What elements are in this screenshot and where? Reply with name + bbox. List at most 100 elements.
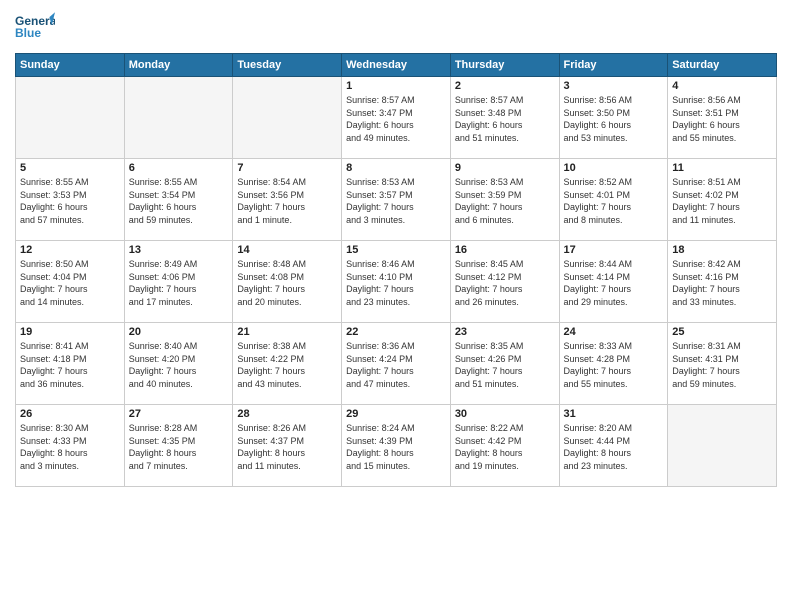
calendar-cell: 10Sunrise: 8:52 AM Sunset: 4:01 PM Dayli… [559,159,668,241]
day-number: 7 [237,162,337,174]
day-info: Sunrise: 8:57 AM Sunset: 3:48 PM Dayligh… [455,94,555,144]
weekday-header-row: SundayMondayTuesdayWednesdayThursdayFrid… [16,54,777,77]
day-number: 11 [672,162,772,174]
calendar-cell: 30 Sunrise: 8:22 AM Sunset: 4:42 PM Dayli… [450,405,559,487]
day-info: Sunrise: 8:24 AM Sunset: 4:39 PM Dayligh… [346,422,446,472]
calendar-cell: 15 Sunrise: 8:46 AM Sunset: 4:10 PM Dayli… [342,241,451,323]
calendar-cell: 18Sunrise: 8:42 AM Sunset: 4:16 PM Dayli… [668,241,777,323]
calendar-cell: 4 Sunrise: 8:56 AM Sunset: 3:51 PM Daylig… [668,77,777,159]
day-info: Sunrise: 8:57 AM Sunset: 3:47 PM Dayligh… [346,94,446,144]
week-row-1: 1 Sunrise: 8:57 AM Sunset: 3:47 PM Daylig… [16,77,777,159]
svg-text:Blue: Blue [15,26,41,40]
day-number: 13 [129,244,229,256]
day-number: 9 [455,162,555,174]
day-number: 1 [346,80,446,92]
day-info: Sunrise: 8:33 AM Sunset: 4:28 PM Dayligh… [564,340,664,390]
day-number: 19 [20,326,120,338]
calendar-cell: 21 Sunrise: 8:38 AM Sunset: 4:22 PM Dayli… [233,323,342,405]
calendar-cell: 12 Sunrise: 8:50 AM Sunset: 4:04 PM Dayli… [16,241,125,323]
day-info: Sunrise: 8:48 AM Sunset: 4:08 PM Dayligh… [237,258,337,308]
day-info: Sunrise: 8:36 AM Sunset: 4:24 PM Dayligh… [346,340,446,390]
day-number: 14 [237,244,337,256]
logo-icon: GeneralBlue [15,10,55,45]
day-info: Sunrise: 8:38 AM Sunset: 4:22 PM Dayligh… [237,340,337,390]
weekday-header-friday: Friday [559,54,668,77]
calendar-cell [16,77,125,159]
day-info: Sunrise: 8:30 AM Sunset: 4:33 PM Dayligh… [20,422,120,472]
calendar-cell: 2 Sunrise: 8:57 AM Sunset: 3:48 PM Daylig… [450,77,559,159]
calendar-cell: 6Sunrise: 8:55 AM Sunset: 3:54 PM Daylig… [124,159,233,241]
weekday-header-tuesday: Tuesday [233,54,342,77]
day-info: Sunrise: 8:49 AM Sunset: 4:06 PM Dayligh… [129,258,229,308]
calendar-table: SundayMondayTuesdayWednesdayThursdayFrid… [15,53,777,487]
calendar-cell: 17 Sunrise: 8:44 AM Sunset: 4:14 PM Dayli… [559,241,668,323]
calendar-cell: 23 Sunrise: 8:35 AM Sunset: 4:26 PM Dayli… [450,323,559,405]
calendar-cell: 14 Sunrise: 8:48 AM Sunset: 4:08 PM Dayli… [233,241,342,323]
calendar-cell: 11Sunrise: 8:51 AM Sunset: 4:02 PM Dayli… [668,159,777,241]
calendar-cell: 5 Sunrise: 8:55 AM Sunset: 3:53 PM Daylig… [16,159,125,241]
calendar-cell: 20Sunrise: 8:40 AM Sunset: 4:20 PM Dayli… [124,323,233,405]
day-info: Sunrise: 8:53 AM Sunset: 3:59 PM Dayligh… [455,176,555,226]
day-info: Sunrise: 8:35 AM Sunset: 4:26 PM Dayligh… [455,340,555,390]
day-info: Sunrise: 8:20 AM Sunset: 4:44 PM Dayligh… [564,422,664,472]
calendar-cell [124,77,233,159]
weekday-header-wednesday: Wednesday [342,54,451,77]
day-number: 22 [346,326,446,338]
calendar-cell: 27Sunrise: 8:28 AM Sunset: 4:35 PM Dayli… [124,405,233,487]
calendar-cell: 13 Sunrise: 8:49 AM Sunset: 4:06 PM Dayli… [124,241,233,323]
day-info: Sunrise: 8:44 AM Sunset: 4:14 PM Dayligh… [564,258,664,308]
day-info: Sunrise: 8:54 AM Sunset: 3:56 PM Dayligh… [237,176,337,226]
weekday-header-saturday: Saturday [668,54,777,77]
day-info: Sunrise: 8:41 AM Sunset: 4:18 PM Dayligh… [20,340,120,390]
day-number: 15 [346,244,446,256]
calendar-cell [233,77,342,159]
day-info: Sunrise: 8:50 AM Sunset: 4:04 PM Dayligh… [20,258,120,308]
day-info: Sunrise: 8:45 AM Sunset: 4:12 PM Dayligh… [455,258,555,308]
day-number: 21 [237,326,337,338]
page: GeneralBlue SundayMondayTuesdayWednesday… [0,0,792,612]
day-info: Sunrise: 8:46 AM Sunset: 4:10 PM Dayligh… [346,258,446,308]
day-info: Sunrise: 8:40 AM Sunset: 4:20 PM Dayligh… [129,340,229,390]
day-info: Sunrise: 8:22 AM Sunset: 4:42 PM Dayligh… [455,422,555,472]
header: GeneralBlue [15,10,777,45]
day-number: 25 [672,326,772,338]
calendar-cell: 25 Sunrise: 8:31 AM Sunset: 4:31 PM Dayli… [668,323,777,405]
week-row-3: 12 Sunrise: 8:50 AM Sunset: 4:04 PM Dayli… [16,241,777,323]
calendar-cell: 28 Sunrise: 8:26 AM Sunset: 4:37 PM Dayli… [233,405,342,487]
calendar-cell: 8Sunrise: 8:53 AM Sunset: 3:57 PM Daylig… [342,159,451,241]
day-info: Sunrise: 8:26 AM Sunset: 4:37 PM Dayligh… [237,422,337,472]
day-info: Sunrise: 8:56 AM Sunset: 3:50 PM Dayligh… [564,94,664,144]
day-number: 28 [237,408,337,420]
weekday-header-monday: Monday [124,54,233,77]
day-number: 29 [346,408,446,420]
day-number: 2 [455,80,555,92]
day-info: Sunrise: 8:55 AM Sunset: 3:54 PM Dayligh… [129,176,229,226]
day-number: 3 [564,80,664,92]
day-number: 10 [564,162,664,174]
day-number: 4 [672,80,772,92]
week-row-2: 5 Sunrise: 8:55 AM Sunset: 3:53 PM Daylig… [16,159,777,241]
day-number: 17 [564,244,664,256]
calendar-cell: 1 Sunrise: 8:57 AM Sunset: 3:47 PM Daylig… [342,77,451,159]
day-info: Sunrise: 8:31 AM Sunset: 4:31 PM Dayligh… [672,340,772,390]
day-info: Sunrise: 8:56 AM Sunset: 3:51 PM Dayligh… [672,94,772,144]
calendar-cell: 29 Sunrise: 8:24 AM Sunset: 4:39 PM Dayli… [342,405,451,487]
day-number: 27 [129,408,229,420]
day-number: 30 [455,408,555,420]
week-row-4: 19 Sunrise: 8:41 AM Sunset: 4:18 PM Dayli… [16,323,777,405]
calendar-cell: 9 Sunrise: 8:53 AM Sunset: 3:59 PM Daylig… [450,159,559,241]
day-number: 5 [20,162,120,174]
weekday-header-sunday: Sunday [16,54,125,77]
week-row-5: 26 Sunrise: 8:30 AM Sunset: 4:33 PM Dayli… [16,405,777,487]
day-number: 16 [455,244,555,256]
day-number: 31 [564,408,664,420]
calendar-cell: 7 Sunrise: 8:54 AM Sunset: 3:56 PM Daylig… [233,159,342,241]
calendar-cell: 26 Sunrise: 8:30 AM Sunset: 4:33 PM Dayli… [16,405,125,487]
day-number: 18 [672,244,772,256]
weekday-header-thursday: Thursday [450,54,559,77]
day-number: 26 [20,408,120,420]
day-info: Sunrise: 8:55 AM Sunset: 3:53 PM Dayligh… [20,176,120,226]
day-number: 23 [455,326,555,338]
day-number: 12 [20,244,120,256]
day-info: Sunrise: 8:53 AM Sunset: 3:57 PM Dayligh… [346,176,446,226]
